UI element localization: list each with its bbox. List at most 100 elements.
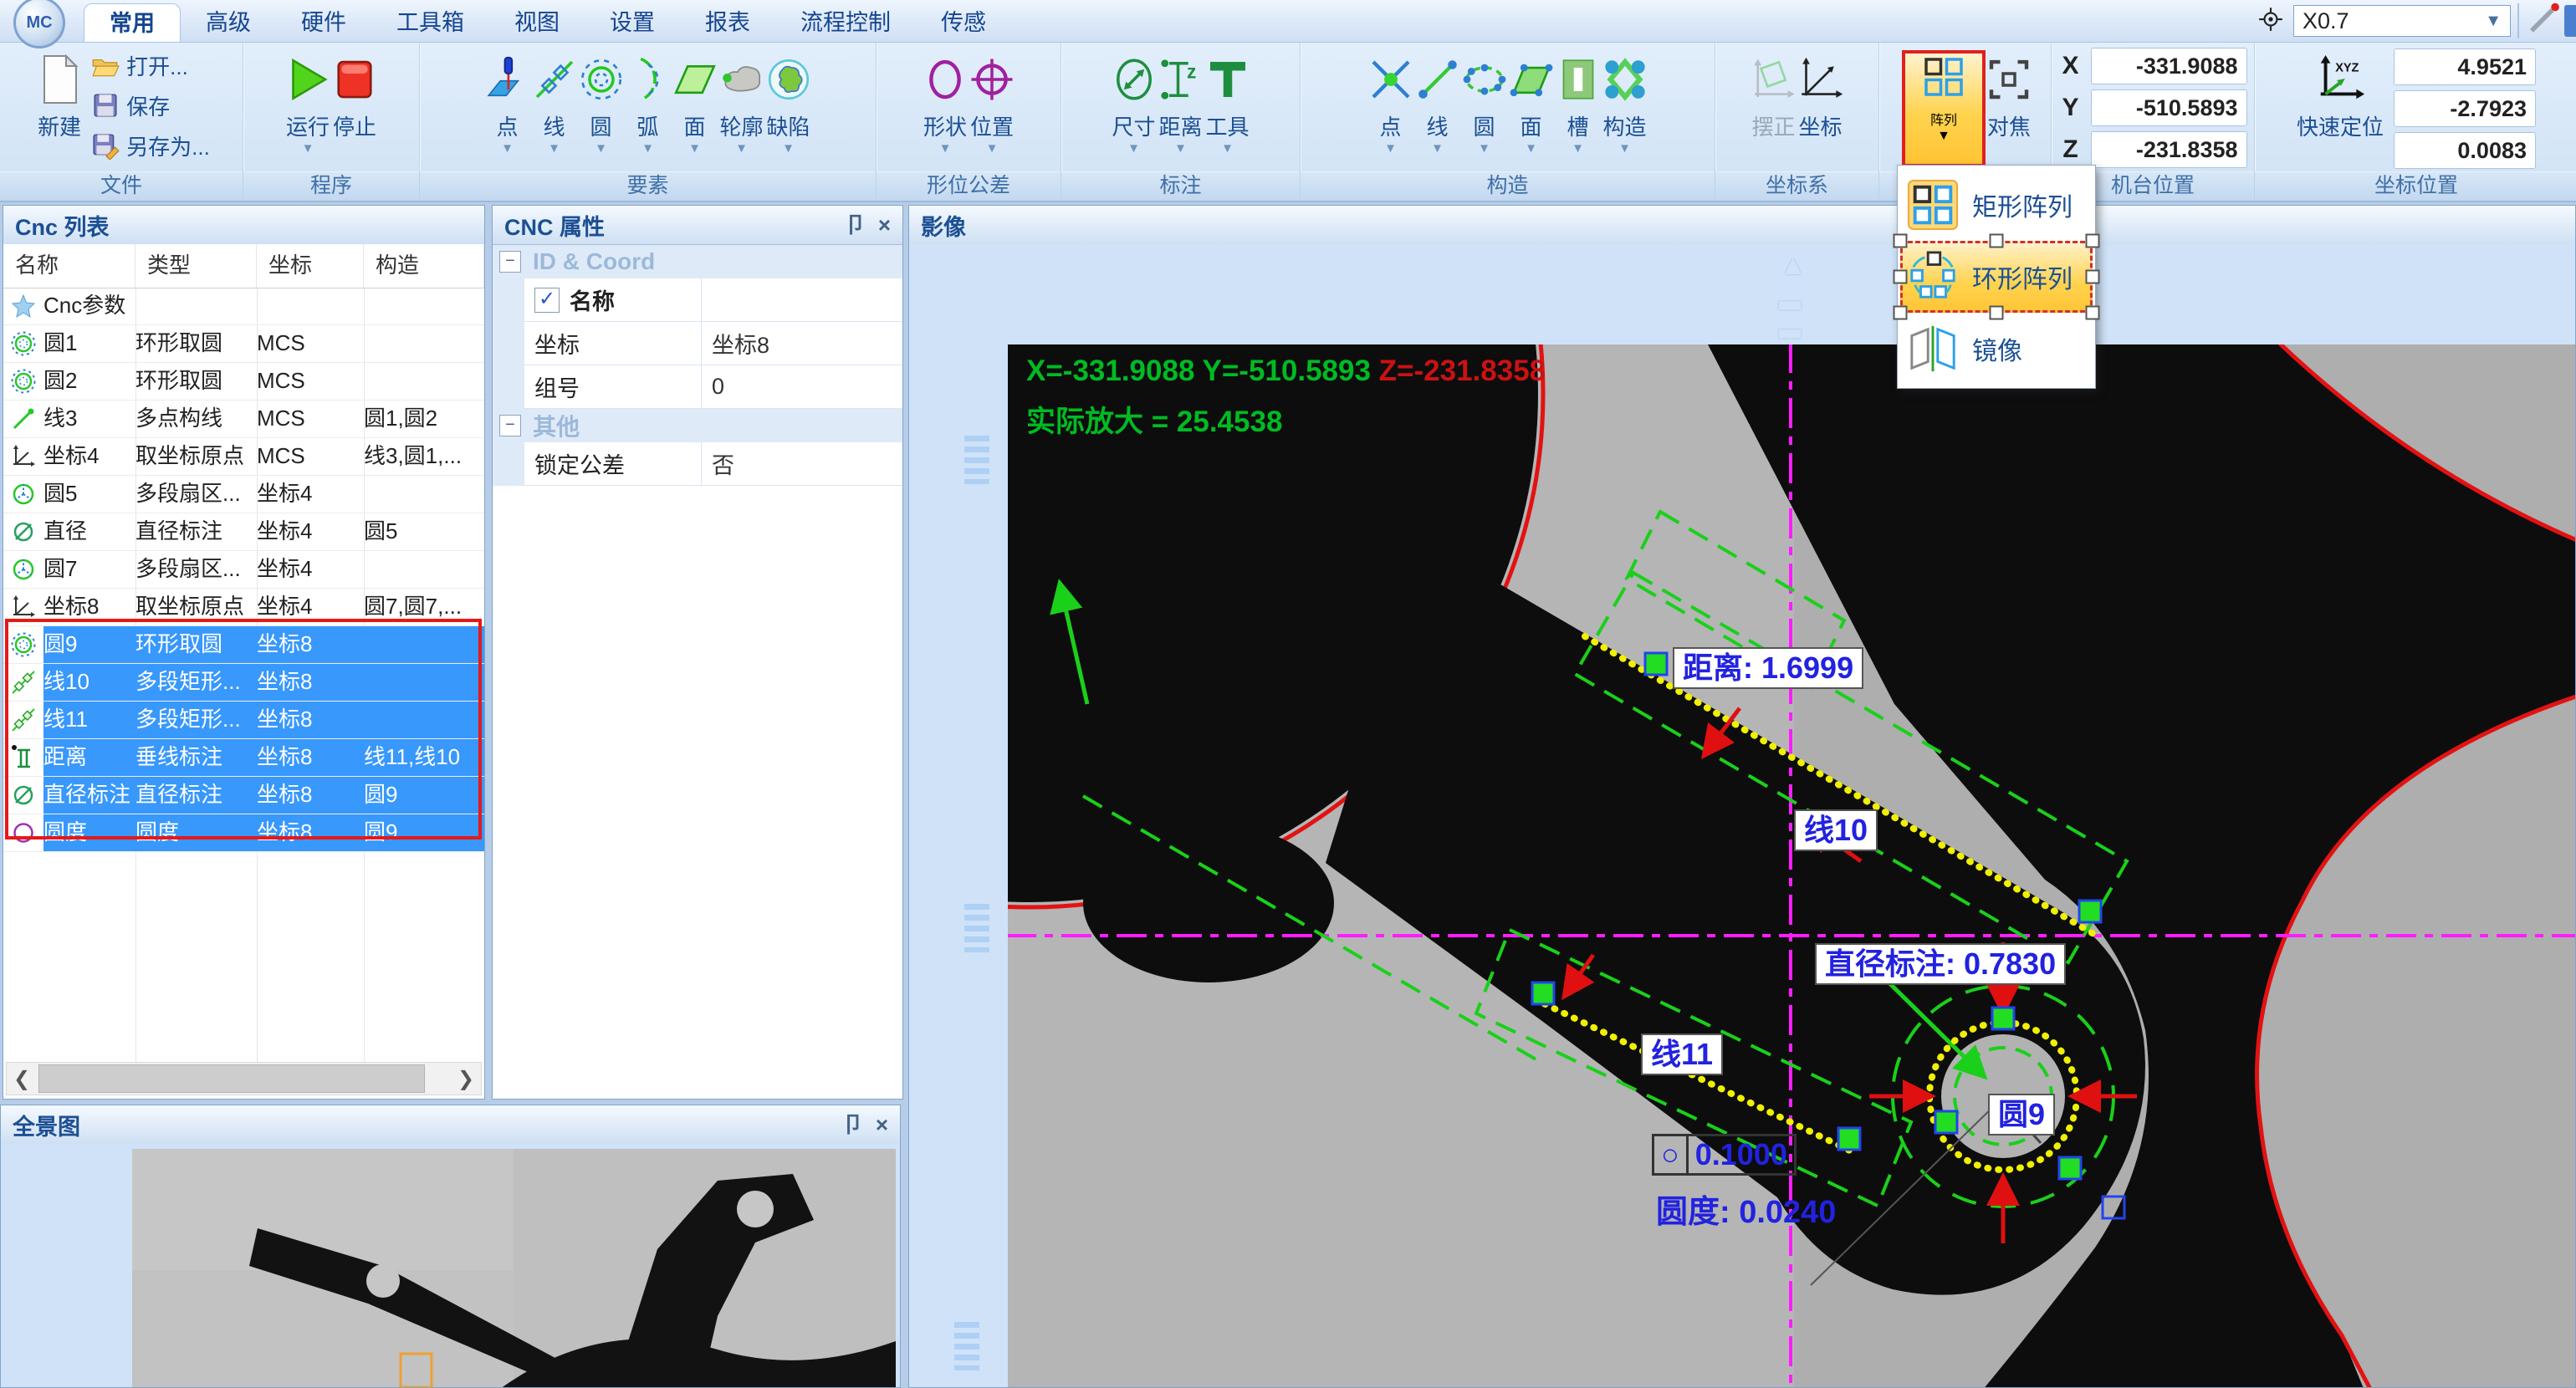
- app-logo[interactable]: MC: [13, 0, 65, 48]
- menu-item-镜像[interactable]: 镜像: [1900, 313, 2093, 385]
- menu-item-矩形阵列[interactable]: 矩形阵列: [1900, 169, 2093, 241]
- cnc-row-直径[interactable]: 直径直径标注坐标4圆5: [3, 513, 484, 551]
- property-section-其他[interactable]: −其他: [493, 409, 902, 442]
- cnc-row-Cnc参数[interactable]: Cnc参数: [3, 288, 484, 325]
- ribbon-button-面[interactable]: 面▼: [672, 45, 718, 155]
- ribbon-button-另存为...[interactable]: 另存为...: [91, 125, 210, 166]
- line11-label[interactable]: 线11: [1641, 1033, 1723, 1075]
- checkbox-checked[interactable]: ✓: [534, 288, 560, 313]
- circle9-label[interactable]: 圆9: [1988, 1094, 2055, 1135]
- ribbon-button-线[interactable]: 线▼: [531, 45, 578, 155]
- cnc-row-直径标注[interactable]: 直径标注直径标注坐标8圆9: [3, 777, 484, 814]
- ribbon-button-工具[interactable]: 工具▼: [1204, 45, 1251, 155]
- ribbon-button-尺寸[interactable]: 尺寸▼: [1111, 45, 1158, 155]
- cnc-row-圆1[interactable]: 圆1环形取圆MCS: [3, 325, 484, 363]
- stage-center-icon[interactable]: [2257, 5, 2285, 38]
- splitter-handle-icon[interactable]: [964, 436, 989, 484]
- tab-高级[interactable]: 高级: [181, 3, 276, 42]
- roundness-tolerance-frame[interactable]: ○ 0.1000: [1652, 1134, 1797, 1176]
- splitter-handle-icon[interactable]: [954, 1322, 979, 1370]
- cnc-row-线10[interactable]: 线10多段矩形...坐标8: [3, 664, 484, 702]
- coord-value-2[interactable]: 0.0083: [2394, 132, 2536, 169]
- coord-value-0[interactable]: 4.9521: [2394, 48, 2536, 85]
- ribbon-button-位置[interactable]: 位置▼: [969, 45, 1015, 155]
- pin-icon[interactable]: 卩: [842, 1114, 864, 1135]
- coord-value-1[interactable]: -2.7923: [2394, 90, 2536, 127]
- column-header-坐标[interactable]: 坐标: [257, 244, 364, 288]
- property-value[interactable]: 坐标8: [702, 322, 902, 365]
- tab-常用[interactable]: 常用: [84, 3, 181, 42]
- line10-label[interactable]: 线10: [1794, 809, 1878, 851]
- property-row-坐标[interactable]: 坐标坐标8: [493, 322, 902, 365]
- ribbon-button-点[interactable]: 点▼: [1367, 45, 1414, 155]
- cnc-row-圆5[interactable]: 圆5多段扇区...坐标4: [3, 476, 484, 513]
- ribbon-button-圆[interactable]: 圆▼: [578, 45, 625, 155]
- scrollbar-thumb[interactable]: [38, 1064, 425, 1093]
- ribbon-button-打开...[interactable]: 打开...: [91, 45, 210, 85]
- scroll-left-arrow[interactable]: ❮: [7, 1064, 37, 1094]
- scroll-right-arrow[interactable]: ❯: [451, 1064, 481, 1094]
- menu-item-环形阵列[interactable]: 环形阵列: [1900, 241, 2093, 313]
- column-header-名称[interactable]: 名称: [3, 244, 135, 288]
- cnc-row-圆9[interactable]: 圆9环形取圆坐标8: [3, 626, 484, 664]
- pin-icon[interactable]: 卩: [845, 214, 866, 236]
- tab-硬件[interactable]: 硬件: [276, 3, 371, 42]
- cnc-row-线3[interactable]: 线3多点构线MCS圆1,圆2: [3, 401, 484, 438]
- ribbon-button-面[interactable]: 面▼: [1508, 45, 1555, 155]
- tab-设置[interactable]: 设置: [585, 3, 680, 42]
- ribbon-button-摆正[interactable]: 摆正: [1751, 45, 1797, 141]
- panorama-image[interactable]: [132, 1149, 896, 1387]
- ribbon-button-距离[interactable]: z距离▼: [1158, 45, 1204, 155]
- property-row-锁定公差[interactable]: 锁定公差否: [493, 442, 902, 486]
- ribbon-button-缺陷[interactable]: 缺陷▼: [765, 45, 812, 155]
- ribbon-button-轮廓[interactable]: 轮廓▼: [718, 45, 765, 155]
- ribbon-button-圆[interactable]: 圆▼: [1461, 45, 1508, 155]
- column-header-类型[interactable]: 类型: [135, 244, 257, 288]
- ribbon-button-快速定位[interactable]: XYZ快速定位: [2297, 45, 2384, 141]
- property-section-ID & Coord[interactable]: −ID & Coord: [493, 245, 902, 278]
- cnc-table-header[interactable]: 名称类型坐标构造: [3, 244, 484, 288]
- ribbon-button-阵列-active[interactable]: 阵列▼: [1902, 50, 1986, 167]
- ribbon-button-构造[interactable]: 构造▼: [1602, 45, 1648, 155]
- ribbon-button-对焦[interactable]: 对焦: [1986, 45, 2032, 141]
- tab-视图[interactable]: 视图: [489, 3, 585, 42]
- image-view-content[interactable]: ▲▂▂: [909, 244, 2575, 1387]
- property-value[interactable]: 否: [702, 442, 902, 486]
- cnc-row-圆7[interactable]: 圆7多段扇区...坐标4: [3, 551, 484, 589]
- splitter-handle-icon[interactable]: ▲▂▂: [1779, 251, 1807, 336]
- cnc-row-坐标4[interactable]: 坐标4取坐标原点MCS线3,圆1,...: [3, 438, 484, 476]
- distance-measurement-label[interactable]: 距离: 1.6999: [1673, 647, 1863, 689]
- ribbon-button-运行[interactable]: 运行▼: [284, 45, 331, 155]
- ribbon-button-槽[interactable]: 槽▼: [1555, 45, 1602, 155]
- column-header-构造[interactable]: 构造: [364, 244, 484, 288]
- ribbon-button-点[interactable]: 点▼: [484, 45, 531, 155]
- splitter-handle-icon[interactable]: [964, 904, 989, 952]
- machine-Z-value[interactable]: -231.8358: [2091, 131, 2247, 168]
- diameter-measurement-label[interactable]: 直径标注: 0.7830: [1815, 943, 2066, 985]
- ribbon-button-线[interactable]: 线▼: [1414, 45, 1461, 155]
- collapse-icon[interactable]: −: [499, 251, 521, 273]
- property-row-名称[interactable]: ✓名称: [493, 278, 902, 322]
- tab-报表[interactable]: 报表: [680, 3, 775, 42]
- panorama-content[interactable]: [1, 1144, 900, 1387]
- ribbon-button-坐标[interactable]: 坐标: [1797, 45, 1844, 141]
- cnc-row-圆2[interactable]: 圆2环形取圆MCS: [3, 363, 484, 401]
- property-value[interactable]: 0: [702, 365, 902, 409]
- ribbon-button-停止[interactable]: 停止: [331, 45, 378, 141]
- horizontal-scrollbar[interactable]: ❮ ❯: [6, 1062, 482, 1095]
- cnc-row-坐标8[interactable]: 坐标8取坐标原点坐标4圆7,圆7,...: [3, 589, 484, 626]
- tab-传感[interactable]: 传感: [916, 3, 1011, 42]
- tab-流程控制[interactable]: 流程控制: [775, 3, 916, 42]
- machine-Y-value[interactable]: -510.5893: [2091, 89, 2247, 126]
- camera-image[interactable]: X=-331.9088 Y=-510.5893 Z=-231.8358 实际放大…: [1008, 344, 2575, 1387]
- close-icon[interactable]: ×: [876, 1114, 888, 1135]
- cnc-row-线11[interactable]: 线11多段矩形...坐标8: [3, 702, 484, 739]
- cnc-row-圆度[interactable]: 圆度圆度坐标8圆9: [3, 814, 484, 852]
- ribbon-button-弧[interactable]: 弧▼: [625, 45, 672, 155]
- property-value[interactable]: [702, 278, 902, 322]
- machine-X-value[interactable]: -331.9088: [2091, 48, 2247, 84]
- collapse-icon[interactable]: −: [499, 415, 521, 436]
- close-icon[interactable]: ×: [878, 214, 891, 236]
- ribbon-button-新建[interactable]: 新建: [33, 45, 86, 141]
- ribbon-button-保存[interactable]: 保存: [91, 85, 210, 125]
